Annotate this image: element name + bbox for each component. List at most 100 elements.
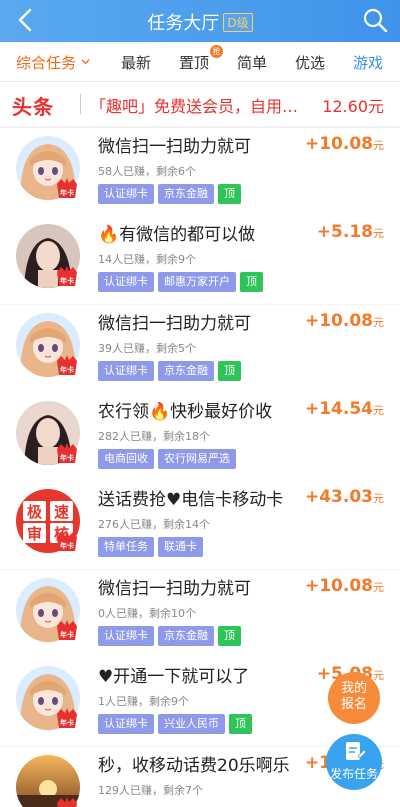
task-list-item[interactable]: 年卡 农行领🔥快秒最好价收 282人已赚，剩余18个 电商回收 农行网易严选 +14.54… bbox=[0, 393, 400, 481]
edit-document-icon bbox=[346, 742, 367, 760]
avatar: 年卡 bbox=[16, 136, 80, 200]
grade-badge: D级 bbox=[223, 13, 253, 32]
svg-text:年卡: 年卡 bbox=[60, 630, 74, 639]
annual-card-badge-icon: 年卡 bbox=[57, 266, 77, 286]
task-title: ♥开通一下就可以了 bbox=[98, 667, 250, 687]
task-tag: 京东金融 bbox=[158, 626, 214, 646]
my-signup-line1: 我的 bbox=[340, 681, 367, 696]
avatar: 年卡 bbox=[16, 401, 80, 465]
task-reward-unit: 元 bbox=[373, 492, 384, 505]
headline-banner[interactable]: 头条 「趣吧」免费送会员，自用… 12.60元 bbox=[0, 82, 400, 126]
svg-text:年卡: 年卡 bbox=[60, 718, 74, 727]
category-tabs: 综合任务 最新 置顶 抢 简单 优选 游戏 bbox=[0, 42, 400, 82]
headline-tag: 头条 bbox=[12, 95, 54, 119]
task-tag: 认证绑卡 bbox=[98, 184, 154, 204]
svg-text:年卡: 年卡 bbox=[60, 188, 74, 197]
task-reward-unit: 元 bbox=[373, 404, 384, 417]
tab-games[interactable]: 游戏 bbox=[353, 52, 383, 73]
search-icon[interactable] bbox=[362, 7, 388, 33]
annual-card-badge-icon: 年卡 bbox=[57, 355, 77, 375]
task-reward-value: +10.08 bbox=[304, 576, 373, 596]
publish-task-label: 发布任务 bbox=[329, 767, 378, 781]
task-reward-unit: 元 bbox=[373, 139, 384, 152]
task-participants: 276人已赚，剩余14个 bbox=[98, 518, 210, 531]
task-participants: 0人已赚，剩余10个 bbox=[98, 607, 196, 620]
task-tag: 认证绑卡 bbox=[98, 272, 154, 292]
pinned-tag: 顶 bbox=[218, 184, 241, 204]
task-reward-value: +14.54 bbox=[304, 399, 373, 419]
pinned-tag: 顶 bbox=[218, 626, 241, 646]
task-participants: 39人已赚，剩余5个 bbox=[98, 342, 196, 355]
avatar: 年卡 bbox=[16, 578, 80, 642]
task-title: 农行领🔥快秒最好价收 bbox=[98, 402, 273, 422]
avatar: 极速审核年卡 bbox=[16, 489, 80, 553]
chevron-down-icon bbox=[81, 59, 90, 65]
task-reward-value: +43.03 bbox=[304, 487, 373, 507]
task-reward: +5.18元 bbox=[317, 222, 384, 242]
task-tag: 认证绑卡 bbox=[98, 714, 154, 734]
task-list-item[interactable]: 年卡 微信扫一扫助力就可 0人已赚，剩余10个认证绑卡 京东金融顶 +10.08元 bbox=[0, 570, 400, 658]
task-participants: 129人已赚，剩余7个 bbox=[98, 784, 203, 797]
task-tag: 认证绑卡 bbox=[98, 361, 154, 381]
task-reward-value: +10.08 bbox=[304, 134, 373, 154]
task-reward-unit: 元 bbox=[373, 316, 384, 329]
svg-text:年卡: 年卡 bbox=[60, 541, 74, 550]
pinned-tag: 顶 bbox=[240, 272, 263, 292]
task-title: 秒，收移动话费20乐啊乐 bbox=[98, 756, 290, 776]
avatar: 年卡 bbox=[16, 666, 80, 730]
headline-price: 12.60元 bbox=[322, 97, 384, 116]
task-reward: +14.54元 bbox=[305, 399, 384, 419]
annual-card-badge-icon: 年卡 bbox=[57, 797, 77, 807]
task-title: 微信扫一扫助力就可 bbox=[98, 579, 251, 599]
my-signup-button[interactable]: 我的 报名 bbox=[328, 672, 380, 724]
avatar: 年卡 bbox=[16, 755, 80, 807]
publish-task-button[interactable]: 发布任务 bbox=[326, 734, 382, 790]
task-title: 送话费抢♥电信卡移动卡 bbox=[98, 490, 284, 510]
avatar: 年卡 bbox=[16, 313, 80, 377]
task-tag: 京东金融 bbox=[158, 184, 214, 204]
grab-badge: 抢 bbox=[210, 45, 223, 58]
tab-simple[interactable]: 简单 bbox=[237, 52, 267, 73]
avatar-char: 速 bbox=[54, 503, 69, 521]
task-reward-unit: 元 bbox=[373, 227, 384, 240]
task-tag: 邮惠万家开户 bbox=[158, 272, 236, 292]
task-tags: 认证绑卡 兴业人民币顶 bbox=[98, 712, 256, 734]
page-title-text: 任务大厅 bbox=[147, 13, 220, 34]
task-tag: 京东金融 bbox=[158, 361, 214, 381]
task-list-item[interactable]: 极速审核年卡送话费抢♥电信卡移动卡 276人已赚，剩余14个特单任务联通卡 +43.… bbox=[0, 481, 400, 569]
avatar-char: 审 bbox=[27, 525, 42, 543]
task-tag: 农行网易严选 bbox=[158, 449, 236, 469]
svg-text:年卡: 年卡 bbox=[60, 365, 74, 374]
annual-card-badge-icon: 年卡 bbox=[57, 708, 77, 728]
task-list-item[interactable]: 年卡 🔥有微信的都可以做 14人已赚，剩余9个认证绑卡 邮惠万家开户顶 +5.18元 bbox=[0, 216, 400, 304]
tab-label: 综合任务 bbox=[16, 54, 77, 72]
top-bar: 任务大厅 D级 bbox=[0, 0, 400, 42]
svg-text:年卡: 年卡 bbox=[60, 453, 74, 462]
divider bbox=[80, 94, 81, 114]
avatar: 年卡 bbox=[16, 224, 80, 288]
task-list-item[interactable]: 年卡 微信扫一扫助力就可 39人已赚，剩余5个 认证绑卡 京东金融顶 +10.08元 bbox=[0, 305, 400, 393]
avatar-char: 极 bbox=[27, 503, 43, 521]
task-title: 🔥有微信的都可以做 bbox=[98, 225, 256, 245]
task-list-item[interactable]: 年卡 微信扫一扫助力就可 58人已赚，剩余6个 认证绑卡 京东金融顶 +10.08元 bbox=[0, 128, 400, 216]
task-participants: 58人已赚，剩余6个 bbox=[98, 165, 196, 178]
tab-selected[interactable]: 优选 bbox=[295, 52, 325, 73]
task-reward-value: +5.18 bbox=[316, 222, 373, 242]
annual-card-badge-icon: 年卡 bbox=[57, 620, 77, 640]
task-reward-value: +10.08 bbox=[304, 311, 373, 331]
tab-comprehensive[interactable]: 综合任务 bbox=[16, 52, 90, 73]
task-reward: +10.08元 bbox=[305, 576, 384, 596]
task-tags: 认证绑卡 京东金融顶 bbox=[98, 624, 245, 646]
tab-pinned[interactable]: 置顶 bbox=[179, 52, 209, 73]
annual-card-badge-icon: 年卡 bbox=[57, 443, 77, 463]
tab-latest[interactable]: 最新 bbox=[121, 52, 151, 73]
svg-text:年卡: 年卡 bbox=[60, 276, 74, 285]
task-tags: 认证绑卡 京东金融顶 bbox=[98, 182, 245, 204]
pinned-tag: 顶 bbox=[229, 714, 252, 734]
task-participants: 1人已赚，剩余9个 bbox=[98, 695, 189, 708]
task-tags: 认证绑卡 京东金融顶 bbox=[98, 359, 245, 381]
task-tag: 联通卡 bbox=[158, 537, 203, 557]
task-reward: +10.08元 bbox=[305, 134, 384, 154]
task-participants: 282人已赚，剩余18个 bbox=[98, 430, 210, 443]
task-participants: 14人已赚，剩余9个 bbox=[98, 253, 196, 266]
